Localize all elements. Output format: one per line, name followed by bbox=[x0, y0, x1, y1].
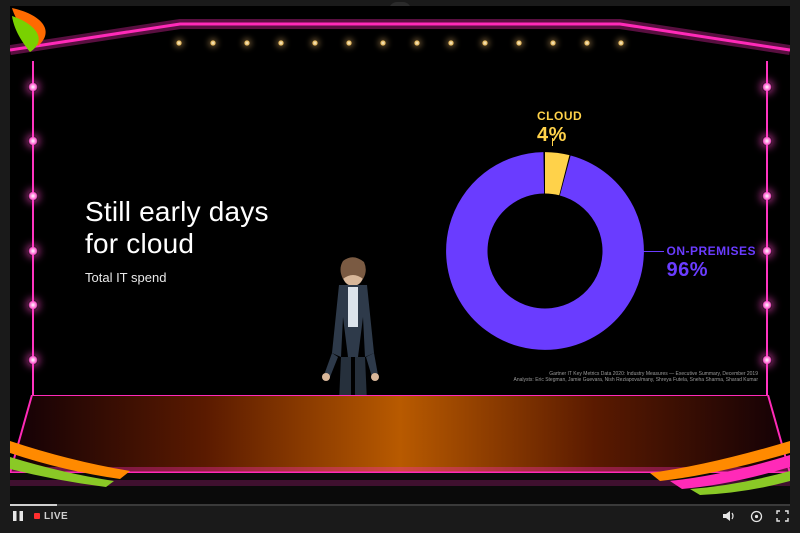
volume-icon bbox=[723, 510, 737, 522]
volume-button[interactable] bbox=[722, 508, 738, 524]
donut-chart: CLOUD 4% ON-PREMISES 96% bbox=[430, 136, 660, 366]
gear-icon bbox=[750, 510, 763, 523]
live-text: LIVE bbox=[44, 511, 68, 522]
video-stage: Still early days for cloud Total IT spen… bbox=[10, 6, 790, 505]
chart-label-onprem: ON-PREMISES 96% bbox=[666, 245, 756, 281]
chart-label-cloud-name: CLOUD bbox=[537, 109, 582, 123]
pause-button[interactable] bbox=[10, 508, 26, 524]
stage-floor bbox=[10, 400, 790, 505]
source-line1: Gartner IT Key Metrics Data 2020: Indust… bbox=[514, 371, 758, 377]
pause-icon bbox=[12, 510, 24, 522]
live-badge: LIVE bbox=[34, 511, 68, 522]
chart-label-onprem-name: ON-PREMISES bbox=[666, 244, 756, 258]
slide-text-block: Still early days for cloud Total IT spen… bbox=[85, 196, 269, 285]
player-bar: LIVE bbox=[10, 505, 790, 527]
chart-label-cloud-pct: 4% bbox=[537, 124, 582, 146]
slide-title-line2: for cloud bbox=[85, 228, 194, 259]
stage-rig-top bbox=[10, 6, 790, 66]
settings-button[interactable] bbox=[748, 508, 764, 524]
stage-light-strip-right bbox=[766, 61, 768, 403]
slide-title: Still early days for cloud bbox=[85, 196, 269, 260]
slide-title-line1: Still early days bbox=[85, 196, 269, 227]
live-dot-icon bbox=[34, 513, 40, 519]
fullscreen-button[interactable] bbox=[774, 508, 790, 524]
fullscreen-icon bbox=[776, 510, 789, 522]
source-line2: Analysts: Eric Stegman, Jamie Guevara, N… bbox=[514, 377, 758, 383]
stage-light-strip-left bbox=[32, 61, 34, 403]
chart-label-cloud: CLOUD 4% bbox=[537, 110, 582, 146]
chart-label-onprem-pct: 96% bbox=[666, 259, 756, 281]
leader-line-onprem bbox=[642, 251, 664, 252]
slide-subtitle: Total IT spend bbox=[85, 270, 269, 285]
source-citation: Gartner IT Key Metrics Data 2020: Indust… bbox=[514, 371, 758, 384]
